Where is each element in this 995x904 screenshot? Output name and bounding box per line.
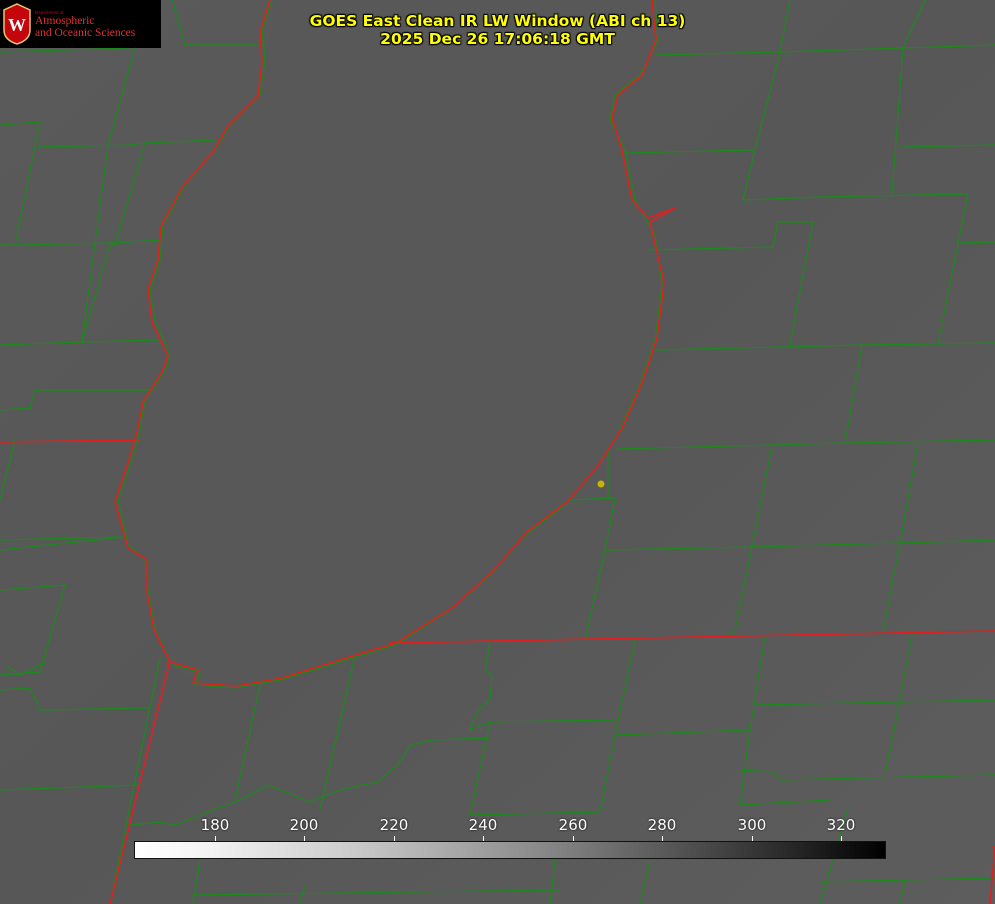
satellite-image-viewer: W Department of Atmospheric and Oceanic … (0, 0, 995, 904)
colorbar-tick-label: 280 (647, 816, 677, 834)
colorbar-tickmark (841, 836, 842, 841)
uw-aos-logo: W Department of Atmospheric and Oceanic … (0, 0, 161, 48)
colorbar-tick-label: 260 (558, 816, 588, 834)
colorbar-tick-label: 200 (289, 816, 319, 834)
logo-name-line2: and Oceanic Sciences (35, 27, 136, 39)
satellite-map (0, 0, 995, 904)
temperature-colorbar (134, 841, 886, 859)
colorbar-tick-label: 220 (379, 816, 409, 834)
colorbar-tickmark (752, 836, 753, 841)
colorbar-tick-label: 240 (468, 816, 498, 834)
uw-seal-icon: W (3, 3, 31, 45)
colorbar-tick-label: 300 (737, 816, 767, 834)
colorbar-tickmark (394, 836, 395, 841)
svg-text:W: W (8, 15, 26, 35)
colorbar-tickmark (573, 836, 574, 841)
colorbar-tickmark (662, 836, 663, 841)
logo-name-line1: Atmospheric (35, 15, 95, 27)
colorbar-tick-label: 320 (826, 816, 856, 834)
colorbar-tickmark (215, 836, 216, 841)
colorbar-tickmark (483, 836, 484, 841)
colorbar-tick-label: 180 (200, 816, 230, 834)
location-marker (597, 480, 605, 488)
colorbar-tickmark (304, 836, 305, 841)
